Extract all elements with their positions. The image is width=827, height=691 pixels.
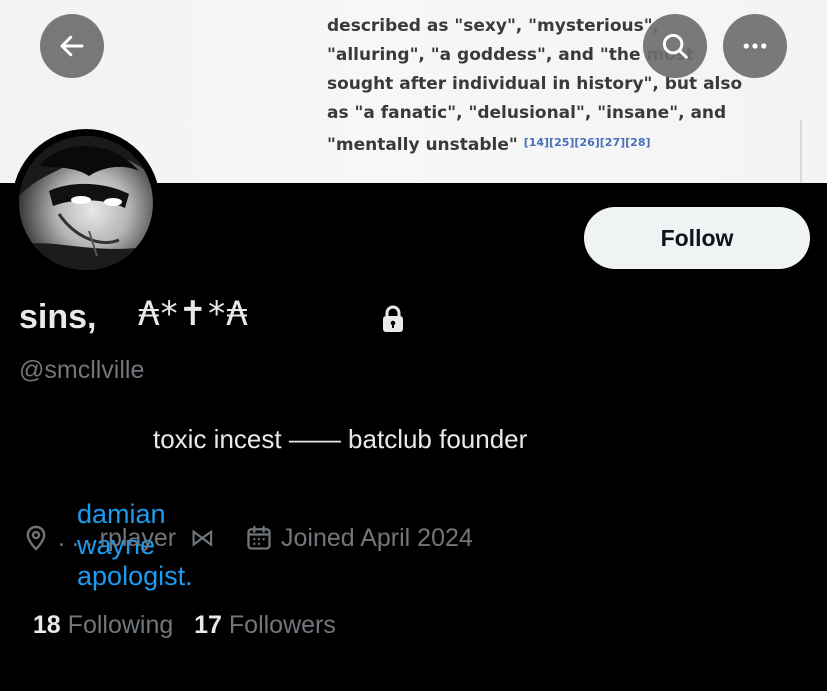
avatar-image <box>19 136 153 270</box>
location: . . . rplayer ⋈ <box>22 523 215 553</box>
arrow-left-icon <box>60 35 84 57</box>
display-name-decoration: ₳*✝*₳ <box>138 294 249 334</box>
banner-divider <box>800 120 802 183</box>
search-button[interactable] <box>643 14 707 78</box>
calendar-icon <box>247 525 271 550</box>
more-horizontal-icon <box>743 43 767 49</box>
banner-line: as "a fanatic", "delusional", "insane", … <box>327 103 727 123</box>
followers-count: 17 <box>194 611 222 639</box>
joined-text: Joined April 2024 <box>280 523 473 552</box>
follow-button[interactable]: Follow <box>584 207 810 269</box>
lock-icon <box>383 305 403 332</box>
more-button[interactable] <box>723 14 787 78</box>
avatar[interactable] <box>12 129 160 277</box>
banner-line: "mentally unstable" [14][25][26][27][28] <box>327 128 747 160</box>
followers-link[interactable]: 17 Followers <box>194 611 336 639</box>
banner-citations: [14][25][26][27][28] <box>523 136 651 149</box>
handle: @smcllville <box>19 356 145 384</box>
bio-text: toxic incest —— batclub founder <box>153 424 528 454</box>
avatar-illustration <box>19 136 153 270</box>
following-link[interactable]: 18 Following <box>33 611 173 639</box>
joined-date: Joined April 2024 <box>245 524 473 553</box>
following-label: Following <box>67 611 174 639</box>
location-text: . . . rplayer ⋈ <box>58 524 215 552</box>
back-button[interactable] <box>40 14 104 78</box>
following-count: 18 <box>32 611 61 639</box>
location-pin-icon <box>26 525 46 551</box>
followers-label: Followers <box>228 611 336 639</box>
display-name: sins, <box>19 298 97 336</box>
profile-meta: . . . rplayer ⋈ Joined April 2024 <box>22 522 473 554</box>
follow-counts: 18 Following 17 Followers <box>19 582 336 640</box>
banner-line-text: "mentally unstable" <box>327 135 518 155</box>
search-icon <box>662 33 688 59</box>
